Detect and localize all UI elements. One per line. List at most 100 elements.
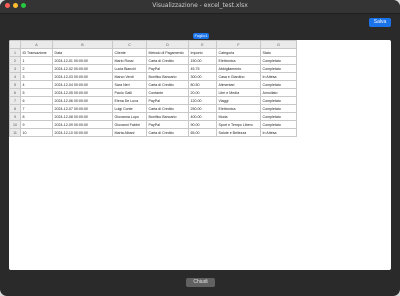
table-cell[interactable]: Carta di Credito xyxy=(146,128,189,137)
table-cell[interactable]: 20.00 xyxy=(188,88,217,97)
table-cell[interactable]: Carta di Credito xyxy=(146,56,189,65)
table-cell[interactable]: 90.00 xyxy=(188,120,217,129)
column-header-a[interactable]: A xyxy=(20,40,53,49)
tab-foglio1[interactable]: Foglio1 xyxy=(193,33,209,39)
table-cell[interactable]: Completato xyxy=(260,96,297,105)
table-cell[interactable]: 2024-12-03 00:00:00 xyxy=(52,72,113,81)
table-cell[interactable]: Luigi Conte xyxy=(112,104,147,113)
row-header[interactable]: 1 xyxy=(9,48,21,57)
table-cell[interactable]: Marco Verdi xyxy=(112,72,147,81)
table-cell[interactable]: Carta di Credito xyxy=(146,80,189,89)
row-header[interactable]: 3 xyxy=(9,64,21,73)
table-cell[interactable]: 2024-12-01 00:00:00 xyxy=(52,56,113,65)
table-cell[interactable]: Completato xyxy=(260,120,297,129)
table-cell[interactable]: 80.50 xyxy=(188,80,217,89)
table-cell[interactable]: Mario Rossi xyxy=(112,56,147,65)
table-cell[interactable]: Metodo di Pagamento xyxy=(146,48,189,57)
table-cell[interactable]: PayPal xyxy=(146,64,189,73)
table-cell[interactable]: In Attesa xyxy=(260,72,297,81)
row-header[interactable]: 5 xyxy=(9,80,21,89)
table-cell[interactable]: 4 xyxy=(20,80,53,89)
column-header-g[interactable]: G xyxy=(260,40,297,49)
table-cell[interactable]: Completato xyxy=(260,104,297,113)
table-cell[interactable]: Marta Albani xyxy=(112,128,147,137)
table-cell[interactable]: Giovanna Lupo xyxy=(112,112,147,121)
table-cell[interactable]: 150.00 xyxy=(188,56,217,65)
table-cell[interactable]: Alimentari xyxy=(216,80,261,89)
table-cell[interactable]: Salute e Bellezza xyxy=(216,128,261,137)
table-cell[interactable]: 2024-12-06 00:00:00 xyxy=(52,96,113,105)
table-cell[interactable]: 7 xyxy=(20,104,53,113)
table-cell[interactable]: Giovanni Fabbri xyxy=(112,120,147,129)
table-cell[interactable]: Bonifico Bancario xyxy=(146,112,189,121)
row-header[interactable]: 7 xyxy=(9,96,21,105)
table-cell[interactable]: Sara Neri xyxy=(112,80,147,89)
table-cell[interactable]: Annullato xyxy=(260,88,297,97)
table-cell[interactable]: Elettronica xyxy=(216,104,261,113)
table-cell[interactable]: 5 xyxy=(20,88,53,97)
table-cell[interactable]: Elettronica xyxy=(216,56,261,65)
table-cell[interactable]: Completato xyxy=(260,56,297,65)
table-cell[interactable]: 6 xyxy=(20,96,53,105)
table-cell[interactable]: Completato xyxy=(260,80,297,89)
table-cell[interactable]: PayPal xyxy=(146,120,189,129)
row-header[interactable]: 10 xyxy=(9,120,21,129)
table-cell[interactable]: 120.00 xyxy=(188,96,217,105)
table-cell[interactable]: 2024-12-08 00:00:00 xyxy=(52,112,113,121)
title-bar: Visualizzazione - excel_test.xlsx xyxy=(0,0,400,14)
table-cell[interactable]: Lucia Bianchi xyxy=(112,64,147,73)
table-cell[interactable]: Sport e Tempo Libero xyxy=(216,120,261,129)
table-cell[interactable]: Cliente xyxy=(112,48,147,57)
column-header-d[interactable]: D xyxy=(146,40,189,49)
table-cell[interactable]: Completato xyxy=(260,64,297,73)
table-cell[interactable]: Bonifico Bancario xyxy=(146,72,189,81)
row-header[interactable]: 11 xyxy=(9,128,21,137)
table-cell[interactable]: 2024-12-07 00:00:00 xyxy=(52,104,113,113)
row-header[interactable]: 8 xyxy=(9,104,21,113)
row-header[interactable]: 2 xyxy=(9,56,21,65)
table-cell[interactable]: Abbigliamento xyxy=(216,64,261,73)
table-cell[interactable]: Casa e Giardino xyxy=(216,72,261,81)
table-cell[interactable]: ID Transazione xyxy=(20,48,53,57)
table-cell[interactable]: 2024-12-10 00:00:00 xyxy=(52,128,113,137)
table-cell[interactable]: Completato xyxy=(260,112,297,121)
table-cell[interactable]: Importo xyxy=(188,48,217,57)
table-cell[interactable]: 400.00 xyxy=(188,112,217,121)
corner-cell[interactable] xyxy=(9,40,21,49)
table-cell[interactable]: In Attesa xyxy=(260,128,297,137)
row-header[interactable]: 4 xyxy=(9,72,21,81)
table-cell[interactable]: 250.00 xyxy=(188,104,217,113)
table-cell[interactable]: PayPal xyxy=(146,96,189,105)
table-cell[interactable]: 3 xyxy=(20,72,53,81)
column-header-f[interactable]: F xyxy=(216,40,261,49)
table-cell[interactable]: Paolo Galli xyxy=(112,88,147,97)
row-header[interactable]: 6 xyxy=(9,88,21,97)
column-header-c[interactable]: C xyxy=(112,40,147,49)
table-cell[interactable]: 300.00 xyxy=(188,72,217,81)
table-cell[interactable]: Carta di Credito xyxy=(146,104,189,113)
table-cell[interactable]: 1 xyxy=(20,56,53,65)
table-cell[interactable]: Data xyxy=(52,48,113,57)
table-cell[interactable]: Libri e Media xyxy=(216,88,261,97)
close-button[interactable]: Chiudi xyxy=(186,278,215,287)
table-cell[interactable]: 2 xyxy=(20,64,53,73)
row-header[interactable]: 9 xyxy=(9,112,21,121)
table-cell[interactable]: Elena De Luca xyxy=(112,96,147,105)
table-cell[interactable]: 2024-12-04 00:00:00 xyxy=(52,80,113,89)
table-cell[interactable]: 8 xyxy=(20,112,53,121)
save-button[interactable]: Salva xyxy=(369,18,391,27)
table-cell[interactable]: 2024-12-05 00:00:00 xyxy=(52,88,113,97)
table-cell[interactable]: 10 xyxy=(20,128,53,137)
table-cell[interactable]: 2024-12-02 00:00:00 xyxy=(52,64,113,73)
table-cell[interactable]: Moda xyxy=(216,112,261,121)
table-cell[interactable]: Contante xyxy=(146,88,189,97)
column-header-b[interactable]: B xyxy=(52,40,113,49)
table-cell[interactable]: Stato xyxy=(260,48,297,57)
table-cell[interactable]: Viaggi xyxy=(216,96,261,105)
table-cell[interactable]: Categoria xyxy=(216,48,261,57)
table-cell[interactable]: 2024-12-09 00:00:00 xyxy=(52,120,113,129)
table-cell[interactable]: 45.75 xyxy=(188,64,217,73)
table-cell[interactable]: 65.00 xyxy=(188,128,217,137)
table-cell[interactable]: 9 xyxy=(20,120,53,129)
column-header-e[interactable]: E xyxy=(188,40,217,49)
